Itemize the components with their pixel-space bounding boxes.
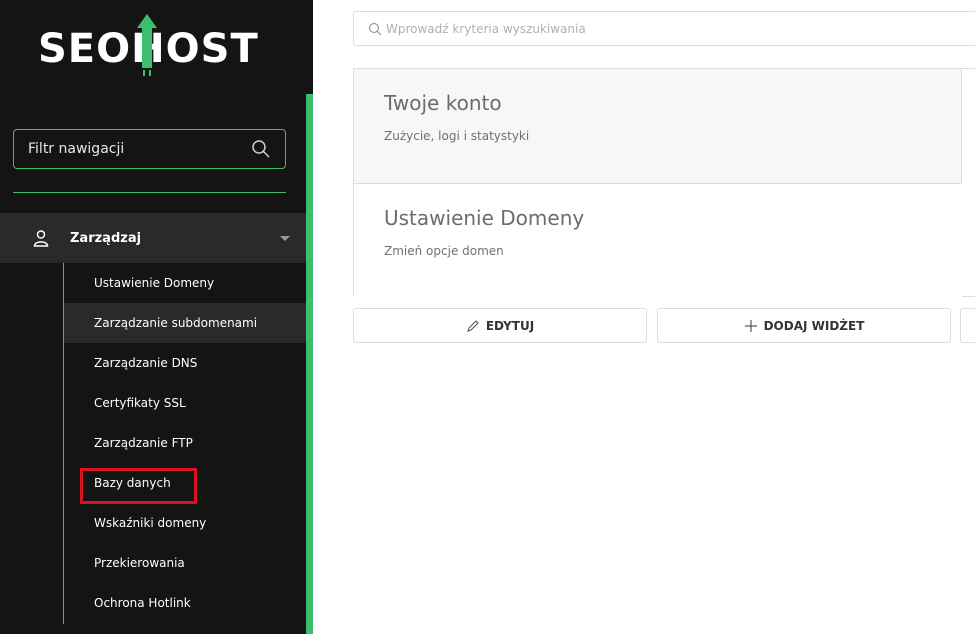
logo-text: SEOHOST	[38, 14, 259, 76]
sidebar-item-label: Ochrona Hotlink	[94, 596, 191, 610]
widget-panel: Twoje konto Zużycie, logi i statystyki U…	[353, 68, 975, 298]
seohost-logo[interactable]: SEOHOST	[38, 14, 259, 80]
widget-title: Twoje konto	[384, 91, 502, 115]
nav-filter-input[interactable]	[28, 141, 251, 157]
nav-group-manage[interactable]: Zarządzaj	[0, 213, 306, 263]
widget-account[interactable]: Twoje konto Zużycie, logi i statystyki	[354, 69, 962, 184]
search-bar[interactable]	[353, 11, 975, 46]
add-widget-button[interactable]: DODAJ WIDŻET	[657, 308, 951, 343]
more-button[interactable]	[960, 308, 975, 343]
nav-group-label: Zarządzaj	[70, 230, 142, 246]
sidebar-item-ssl[interactable]: Certyfikaty SSL	[64, 383, 306, 423]
widget-domain-settings[interactable]: Ustawienie Domeny Zmień opcje domen	[354, 184, 962, 298]
sidebar-item-label: Zarządzanie DNS	[94, 356, 198, 370]
sidebar-item-domain-indicators[interactable]: Wskaźniki domeny	[64, 503, 306, 543]
sidebar-item-ftp[interactable]: Zarządzanie FTP	[64, 423, 306, 463]
sidebar-item-label: Ustawienie Domeny	[94, 276, 215, 290]
widget-subtitle: Zmień opcje domen	[384, 244, 504, 258]
nav-filter[interactable]	[13, 129, 286, 169]
sidebar-item-label: Przekierowania	[94, 556, 185, 570]
plus-icon	[744, 319, 757, 332]
search-icon[interactable]	[251, 139, 271, 159]
sidebar-item-label: Zarządzanie subdomenami	[94, 316, 258, 330]
arrow-icon	[137, 14, 158, 76]
sidebar-item-dns[interactable]: Zarządzanie DNS	[64, 343, 306, 383]
add-widget-button-label: DODAJ WIDŻET	[763, 318, 865, 333]
sidebar-scrollbar[interactable]	[306, 94, 313, 634]
sidebar-item-label: Certyfikaty SSL	[94, 396, 186, 410]
widget-title: Ustawienie Domeny	[384, 206, 585, 230]
edit-button[interactable]: EDYTUJ	[353, 308, 647, 343]
sidebar-item-label: Wskaźniki domeny	[94, 516, 207, 530]
search-icon	[368, 22, 382, 35]
edit-button-label: EDYTUJ	[485, 318, 535, 333]
pencil-icon	[466, 319, 479, 332]
sidebar: SEOHOST Zarządzaj Ustawienie Domeny Zarz…	[0, 0, 313, 634]
search-input[interactable]	[386, 21, 975, 36]
sidebar-item-domain-settings[interactable]: Ustawienie Domeny	[64, 263, 306, 303]
sidebar-divider	[13, 192, 286, 193]
chevron-down-icon[interactable]	[280, 235, 290, 241]
user-icon	[33, 230, 49, 247]
logo-h-arrow: H	[131, 14, 165, 76]
sidebar-item-label: Zarządzanie FTP	[94, 436, 193, 450]
sidebar-item-redirects[interactable]: Przekierowania	[64, 543, 306, 583]
sidebar-item-hotlink[interactable]: Ochrona Hotlink	[64, 583, 306, 623]
widget-subtitle: Zużycie, logi i statystyki	[384, 129, 530, 143]
nav-submenu: Ustawienie Domeny Zarządzanie subdomenam…	[63, 263, 306, 624]
highlight-annotation-box	[80, 468, 197, 504]
sidebar-item-subdomains[interactable]: Zarządzanie subdomenami	[64, 303, 306, 343]
